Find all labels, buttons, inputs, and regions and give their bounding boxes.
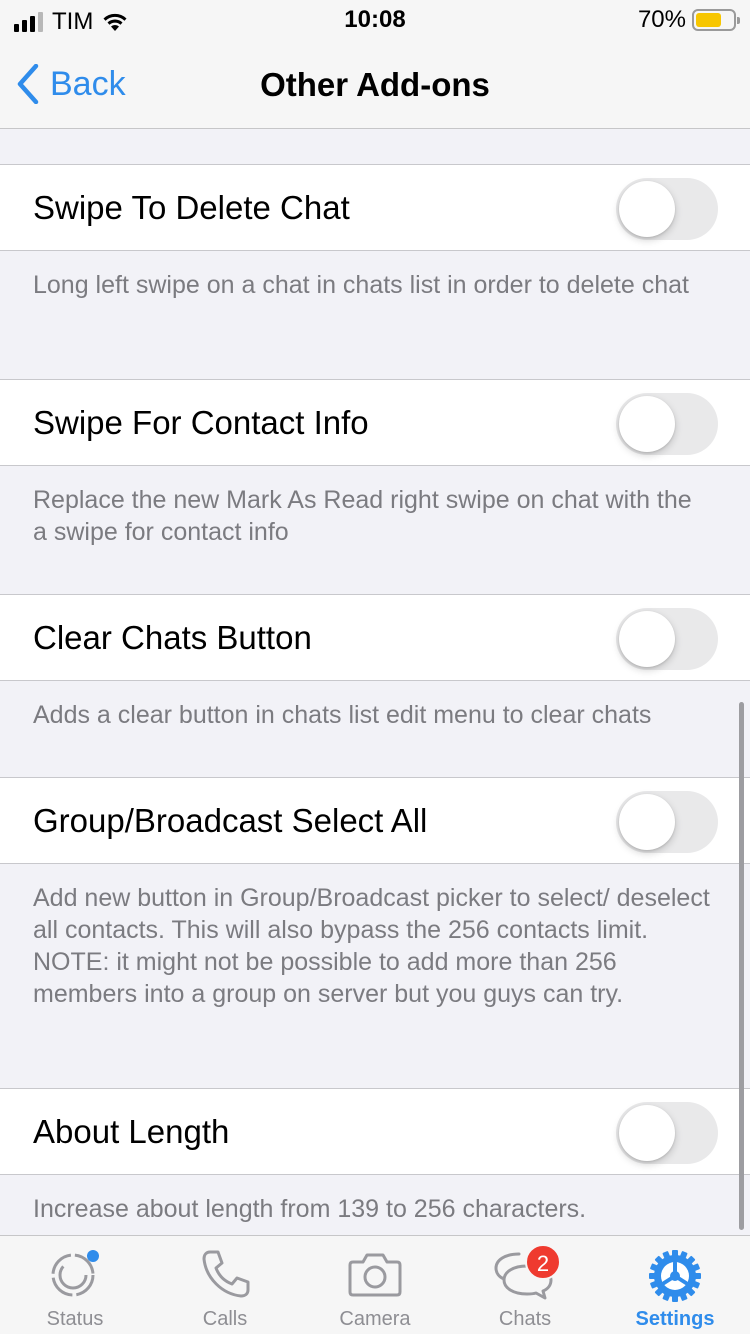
- tab-label: Settings: [635, 1308, 715, 1330]
- toggle-switch-clear-chats[interactable]: [616, 608, 718, 670]
- settings-list[interactable]: Swipe To Delete Chat Long left swipe on …: [0, 129, 750, 1235]
- setting-row-about-length: About Length: [0, 1088, 750, 1175]
- toggle-switch-swipe-contact-info[interactable]: [616, 393, 718, 455]
- setting-description: Adds a clear button in chats list edit m…: [33, 701, 652, 729]
- camera-icon: [348, 1253, 402, 1297]
- scrollbar[interactable]: [739, 702, 744, 1230]
- setting-label: Swipe To Delete Chat: [33, 188, 350, 226]
- setting-description: Long left swipe on a chat in chats list …: [33, 271, 689, 299]
- setting-description: Replace the new Mark As Read right swipe…: [33, 486, 692, 546]
- setting-row-clear-chats: Clear Chats Button: [0, 594, 750, 681]
- setting-row-swipe-contact-info: Swipe For Contact Info: [0, 379, 750, 466]
- unread-badge: 2: [525, 1244, 561, 1280]
- tab-calls[interactable]: Calls: [150, 1236, 300, 1334]
- setting-label: Clear Chats Button: [33, 618, 312, 656]
- tab-label: Chats: [498, 1308, 552, 1330]
- tab-settings[interactable]: Settings: [600, 1236, 750, 1334]
- setting-label: Swipe For Contact Info: [33, 403, 369, 441]
- tab-bar: Status Calls Camera 2 Chats Settings: [0, 1235, 750, 1334]
- status-right: 70%: [637, 6, 740, 34]
- navigation-bar: Back Other Add-ons: [0, 40, 750, 129]
- tab-chats[interactable]: 2 Chats: [450, 1236, 600, 1334]
- toggle-switch-swipe-to-delete[interactable]: [616, 178, 718, 240]
- gear-icon: [649, 1250, 701, 1302]
- tab-camera[interactable]: Camera: [300, 1236, 450, 1334]
- toggle-switch-group-select-all[interactable]: [616, 791, 718, 853]
- setting-row-swipe-to-delete: Swipe To Delete Chat: [0, 164, 750, 251]
- status-icon: [51, 1250, 99, 1297]
- setting-description: Increase about length from 139 to 256 ch…: [33, 1195, 587, 1223]
- status-bar: TIM 10:08 70%: [0, 0, 750, 40]
- battery-fill: [696, 13, 722, 27]
- toggle-switch-about-length[interactable]: [616, 1102, 718, 1164]
- setting-row-group-select-all: Group/Broadcast Select All: [0, 777, 750, 864]
- battery-icon: [692, 9, 740, 31]
- battery-percent: 70%: [637, 6, 686, 33]
- tab-label: Status: [46, 1308, 104, 1330]
- setting-label: Group/Broadcast Select All: [33, 801, 428, 839]
- setting-description: Add new button in Group/Broadcast picker…: [33, 884, 710, 1008]
- page-title: Other Add-ons: [260, 66, 490, 103]
- setting-label: About Length: [33, 1112, 230, 1150]
- tab-status[interactable]: Status: [0, 1236, 150, 1334]
- phone-icon: [202, 1250, 250, 1298]
- tab-label: Calls: [202, 1308, 248, 1330]
- tab-label: Camera: [339, 1308, 411, 1330]
